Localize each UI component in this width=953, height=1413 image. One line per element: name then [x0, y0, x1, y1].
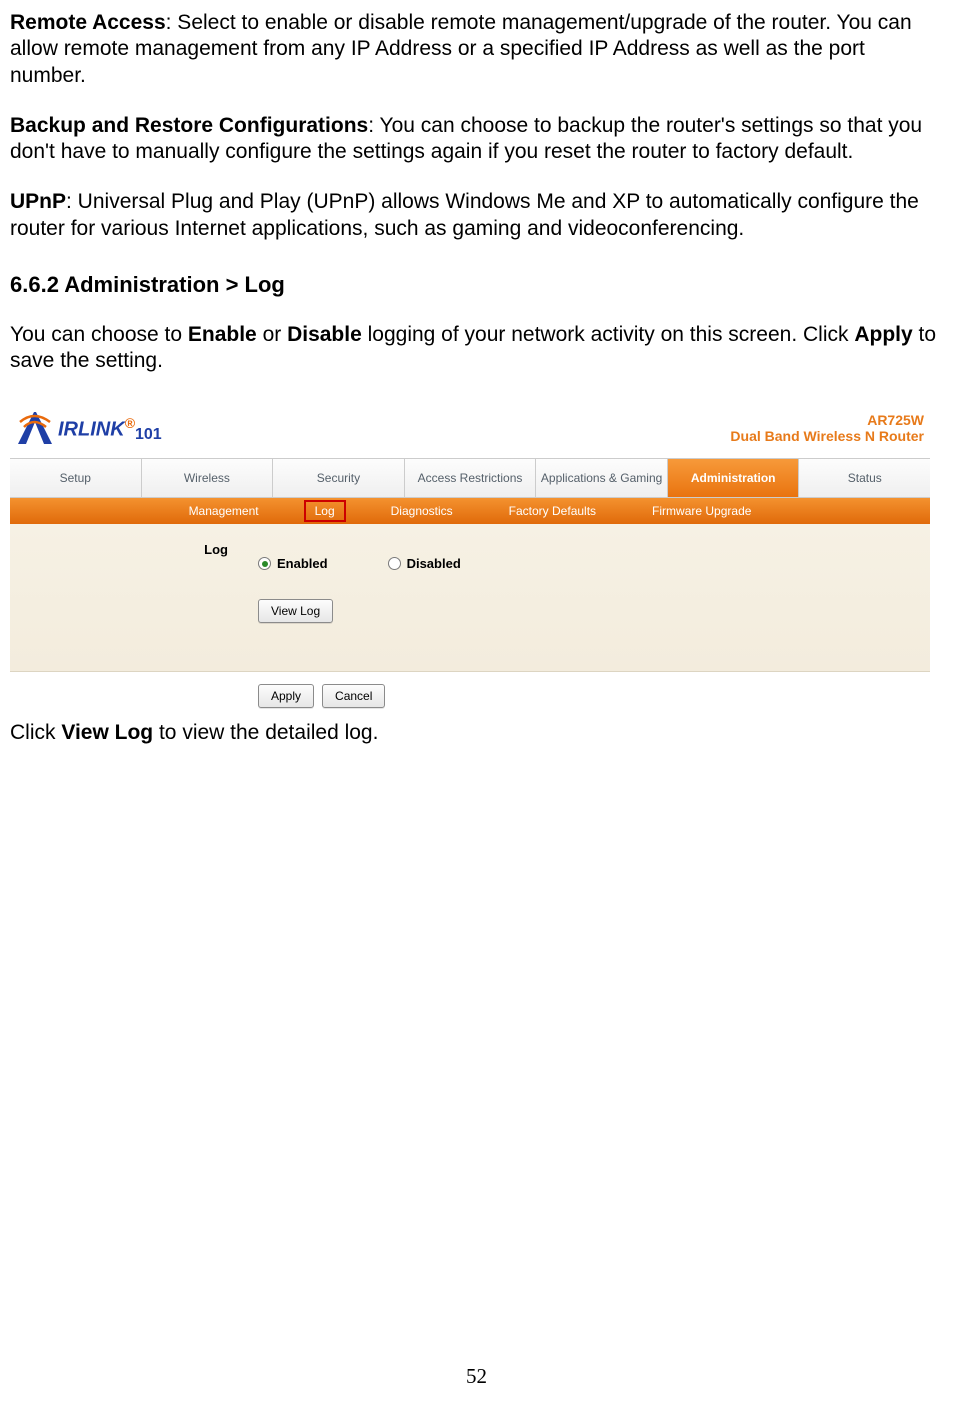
brand-name: IRLINK [58, 419, 125, 441]
main-tabs: Setup Wireless Security Access Restricti… [10, 458, 930, 498]
router-header: IRLINK® 101 AR725W Dual Band Wireless N … [10, 398, 930, 458]
cancel-button[interactable]: Cancel [322, 684, 385, 708]
intro-enable: Enable [188, 323, 257, 346]
tab-status[interactable]: Status [799, 459, 930, 497]
intro-para: You can choose to Enable or Disable logg… [10, 322, 943, 375]
radio-disabled-label: Disabled [407, 556, 461, 571]
tab-access-restrictions[interactable]: Access Restrictions [405, 459, 537, 497]
brand-model: AR725W [730, 412, 924, 428]
sub-nav: Management Log Diagnostics Factory Defau… [10, 498, 930, 524]
remote-access-para: Remote Access: Select to enable or disab… [10, 10, 943, 89]
subnav-firmware-upgrade[interactable]: Firmware Upgrade [642, 501, 761, 521]
upnp-text: : Universal Plug and Play (UPnP) allows … [10, 190, 919, 239]
subnav-diagnostics[interactable]: Diagnostics [381, 501, 463, 521]
section-heading: 6.6.2 Administration > Log [10, 272, 943, 298]
closing-pre: Click [10, 721, 61, 744]
closing-view-log: View Log [61, 721, 153, 744]
apply-button[interactable]: Apply [258, 684, 314, 708]
tab-wireless[interactable]: Wireless [142, 459, 274, 497]
apply-row: Apply Cancel [10, 672, 930, 720]
airlink-logo: IRLINK® 101 [10, 408, 162, 448]
remote-access-label: Remote Access [10, 11, 166, 34]
brand-text: AR725W Dual Band Wireless N Router [730, 412, 924, 444]
closing-para: Click View Log to view the detailed log. [10, 720, 943, 746]
closing-post: to view the detailed log. [153, 721, 378, 744]
upnp-para: UPnP: Universal Plug and Play (UPnP) all… [10, 189, 943, 242]
subnav-management[interactable]: Management [179, 501, 269, 521]
subnav-factory-defaults[interactable]: Factory Defaults [499, 501, 606, 521]
intro-mid2: logging of your network activity on this… [362, 323, 855, 346]
backup-restore-label: Backup and Restore Configurations [10, 114, 368, 137]
radio-disabled[interactable]: Disabled [388, 556, 461, 571]
router-screenshot: IRLINK® 101 AR725W Dual Band Wireless N … [10, 398, 930, 720]
subnav-log[interactable]: Log [305, 501, 345, 521]
brand-model-sub: Dual Band Wireless N Router [730, 428, 924, 444]
radio-disabled-dot[interactable] [388, 557, 401, 570]
tab-applications-gaming[interactable]: Applications & Gaming [536, 459, 668, 497]
brand-suffix: 101 [135, 426, 162, 448]
page-number: 52 [0, 1364, 953, 1389]
upnp-label: UPnP [10, 190, 66, 213]
radio-enabled-label: Enabled [277, 556, 328, 571]
view-log-button[interactable]: View Log [258, 599, 333, 623]
intro-disable: Disable [287, 323, 362, 346]
tab-security[interactable]: Security [273, 459, 405, 497]
log-panel: Log Enabled Disabled View Lo [10, 524, 930, 672]
intro-apply: Apply [854, 323, 912, 346]
airlink-logo-icon [14, 408, 56, 448]
intro-pre: You can choose to [10, 323, 188, 346]
tab-administration[interactable]: Administration [668, 459, 800, 497]
log-radio-group: Enabled Disabled [258, 556, 461, 571]
intro-mid1: or [257, 323, 287, 346]
radio-enabled-dot[interactable] [258, 557, 271, 570]
tab-setup[interactable]: Setup [10, 459, 142, 497]
radio-enabled[interactable]: Enabled [258, 556, 328, 571]
backup-restore-para: Backup and Restore Configurations: You c… [10, 113, 943, 166]
log-label: Log [10, 542, 258, 557]
